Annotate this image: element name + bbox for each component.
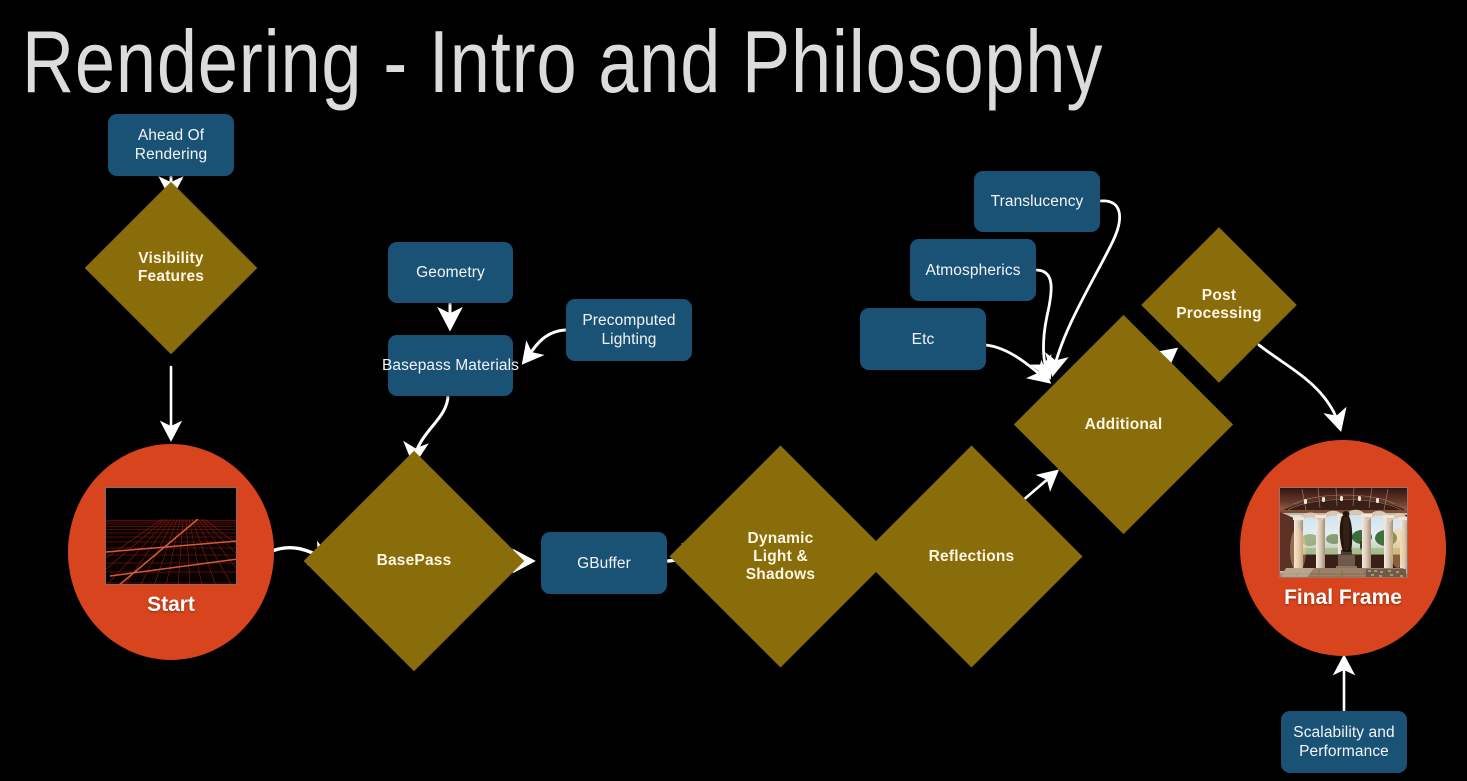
node-label: Final Frame bbox=[1284, 585, 1402, 609]
node-label: GBuffer bbox=[577, 554, 631, 572]
node-etc[interactable]: Etc bbox=[860, 308, 986, 370]
node-label: Visibility Features bbox=[137, 250, 205, 285]
wireframe-grid-image bbox=[106, 488, 236, 584]
node-label: BasePass bbox=[376, 552, 452, 569]
node-gbuffer[interactable]: GBuffer bbox=[541, 532, 667, 594]
node-ahead-of-rendering[interactable]: Ahead Of Rendering bbox=[108, 114, 234, 176]
node-start[interactable]: Start bbox=[68, 444, 274, 660]
node-translucency[interactable]: Translucency bbox=[974, 171, 1100, 232]
node-visibility-features[interactable]: Visibility Features bbox=[84, 181, 258, 355]
rotunda-render-image bbox=[1279, 487, 1407, 577]
page-title: Rendering - Intro and Philosophy bbox=[22, 12, 1104, 111]
node-label: Dynamic Light & Shadows bbox=[745, 529, 816, 583]
node-label: Scalability and Performance bbox=[1293, 724, 1395, 760]
node-label: Reflections bbox=[928, 547, 1015, 565]
edge-etc-to-additional bbox=[984, 343, 1052, 384]
node-geometry[interactable]: Geometry bbox=[388, 242, 513, 303]
edge-precomputed-to-basepass-materials bbox=[521, 328, 568, 365]
node-post-processing[interactable]: Post Processing bbox=[1141, 227, 1297, 383]
node-basepass-materials[interactable]: Basepass Materials bbox=[382, 335, 519, 396]
node-label: Additional bbox=[1084, 415, 1163, 433]
node-scalability-and-performance[interactable]: Scalability and Performance bbox=[1281, 711, 1407, 773]
node-label: Ahead Of Rendering bbox=[134, 127, 208, 163]
node-additional[interactable]: Additional bbox=[1013, 314, 1234, 535]
wireframe-grid-thumbnail bbox=[105, 487, 237, 585]
node-precomputed-lighting[interactable]: Precomputed Lighting bbox=[566, 299, 692, 361]
node-label: Atmospherics bbox=[925, 261, 1021, 279]
node-basepass[interactable]: BasePass bbox=[303, 450, 525, 672]
node-label: Start bbox=[147, 593, 195, 616]
node-label: Translucency bbox=[990, 193, 1084, 210]
node-label: Post Processing bbox=[1176, 287, 1262, 322]
node-label: Geometry bbox=[416, 264, 485, 281]
node-label: Precomputed Lighting bbox=[582, 312, 676, 348]
node-final-frame[interactable]: Final Frame bbox=[1240, 440, 1446, 656]
edge-basepass-materials-to-basepass bbox=[403, 393, 450, 467]
node-dynamic-light-shadows[interactable]: Dynamic Light & Shadows bbox=[669, 445, 892, 668]
node-label: Basepass Materials bbox=[381, 357, 520, 374]
slide-canvas: Rendering - Intro and Philosophy Ahead O… bbox=[0, 0, 1467, 781]
rotunda-render-thumbnail bbox=[1278, 486, 1408, 578]
node-label: Etc bbox=[911, 330, 935, 348]
node-atmospherics[interactable]: Atmospherics bbox=[910, 239, 1036, 301]
node-reflections[interactable]: Reflections bbox=[860, 445, 1083, 668]
